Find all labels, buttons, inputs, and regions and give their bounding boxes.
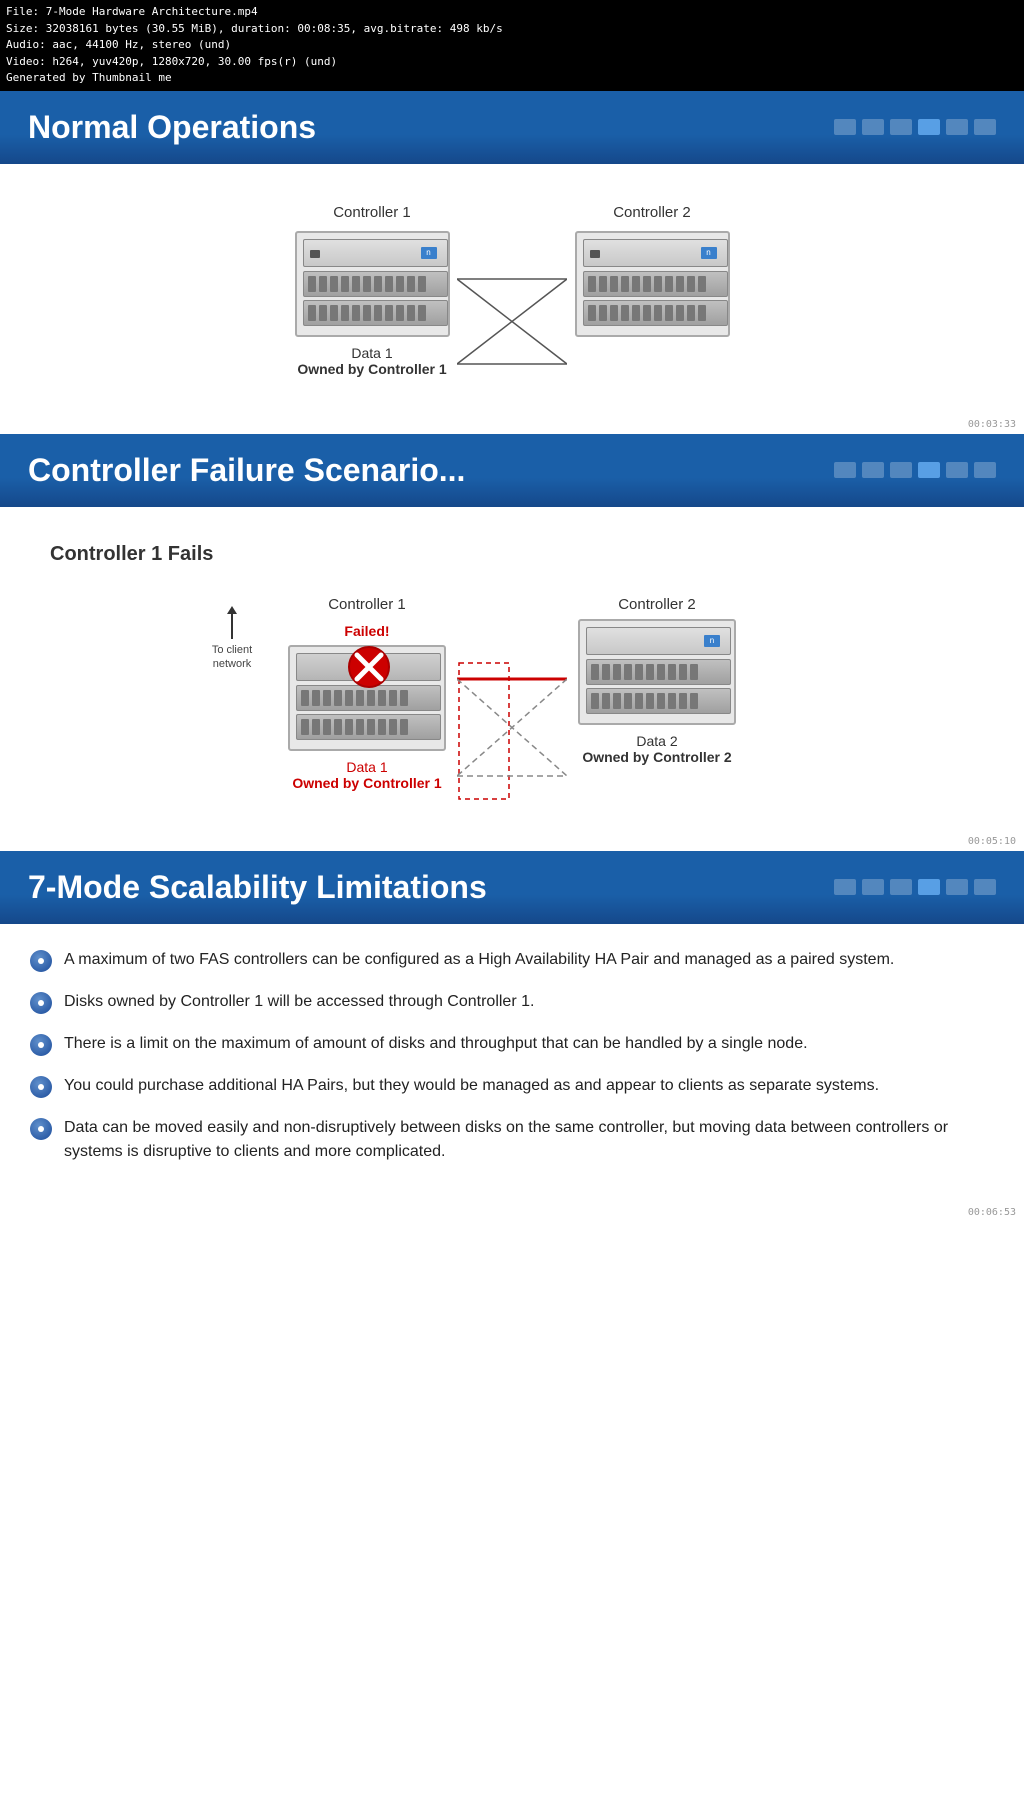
slide3-nav-dot-6[interactable] [974,879,996,895]
bullet-icon-4 [30,1076,52,1098]
slide3-nav-dot-3[interactable] [890,879,912,895]
ctrl1-shelf1 [303,271,448,297]
file-info-line5: Generated by Thumbnail me [6,70,1018,87]
controller2-label: Controller 2 [613,204,691,221]
slide2-nav-dot-3[interactable] [890,462,912,478]
controller2-unit: n [583,239,728,267]
bullet-icon-5 [30,1118,52,1140]
to-client-label: To client network [197,643,267,672]
bullet-icon-3 [30,1034,52,1056]
failure-controller1-column: Controller 1 Failed! [277,596,457,791]
nav-dot-2[interactable] [862,119,884,135]
bullet-text-4: You could purchase additional HA Pairs, … [64,1074,879,1098]
slide3-nav-dots [834,879,996,895]
failure-data2: Data 2 Owned by Controller 2 [582,733,731,765]
failure-diagram: To client network Controller 1 Failed! [40,576,984,821]
slide2-nav-dot-1[interactable] [834,462,856,478]
slide1-title: Normal Operations [28,109,316,146]
slide2-title: Controller Failure Scenario... [28,452,465,489]
controller1-unit: n [303,239,448,267]
ctrl1-icon: n [421,247,437,259]
bullet-item-2: Disks owned by Controller 1 will be acce… [30,990,994,1014]
nav-dot-5[interactable] [946,119,968,135]
bullet-text-3: There is a limit on the maximum of amoun… [64,1032,808,1056]
file-info-line1: File: 7-Mode Hardware Architecture.mp4 [6,4,1018,21]
failure-shelf2 [296,714,441,740]
slide3-body: A maximum of two FAS controllers can be … [0,924,1024,1222]
failure-ctrl2-unit: n [586,627,731,655]
failure-ctrl2-shelf1 [586,659,731,685]
nav-dot-4-active[interactable] [918,119,940,135]
file-info-line4: Video: h264, yuv420p, 1280x720, 30.00 fp… [6,54,1018,71]
bullet-text-1: A maximum of two FAS controllers can be … [64,948,894,972]
slide2-body: Controller 1 Fails To client network Con… [0,507,1024,851]
cross-lines [457,264,567,384]
slide2-timestamp: 00:05:10 [968,836,1016,847]
client-network-indicator: To client network [197,606,267,672]
file-info-bar: File: 7-Mode Hardware Architecture.mp4 S… [0,0,1024,91]
slide3-header: 7-Mode Scalability Limitations [0,851,1024,924]
bullet-text-2: Disks owned by Controller 1 will be acce… [64,990,534,1014]
ctrl2-icon: n [701,247,717,259]
bullet-item-3: There is a limit on the maximum of amoun… [30,1032,994,1056]
slide3-nav-dot-4-active[interactable] [918,879,940,895]
slide3-nav-dot-2[interactable] [862,879,884,895]
slide2-nav-dot-5[interactable] [946,462,968,478]
failure-ctrl1-label: Controller 1 [328,596,406,613]
ctrl1-shelf2 [303,300,448,326]
ctrl2f-icon: n [704,635,720,647]
nav-dot-3[interactable] [890,119,912,135]
slide3-timestamp: 00:06:53 [968,1207,1016,1218]
data1-label: Data 1 Owned by Controller 1 [297,345,446,377]
slide2-nav-dots [834,462,996,478]
ctrl2-shelf1 [583,271,728,297]
failure-ctrl2-label: Controller 2 [618,596,696,613]
failure-controller2-column: Controller 2 n [567,596,747,765]
file-info-line2: Size: 32038161 bytes (30.55 MiB), durati… [6,21,1018,38]
failure-data1: Data 1 Owned by Controller 1 [292,759,441,791]
failure-ctrl1-status: Failed! [328,623,406,639]
controller1-column: Controller 1 n [287,204,457,377]
bullet-item-4: You could purchase additional HA Pairs, … [30,1074,994,1098]
nav-dot-6[interactable] [974,119,996,135]
failure-cross-lines [457,661,567,801]
slide-controller-failure: Controller Failure Scenario... Controlle… [0,434,1024,851]
limitations-list: A maximum of two FAS controllers can be … [30,948,994,1164]
bullet-text-5: Data can be moved easily and non-disrupt… [64,1116,994,1164]
slide1-header: Normal Operations [0,91,1024,164]
slide2-nav-dot-2[interactable] [862,462,884,478]
ctrl2-shelf2 [583,300,728,326]
controller1-label: Controller 1 [333,204,411,221]
slide-scalability: 7-Mode Scalability Limitations A maximum… [0,851,1024,1222]
bullet-icon-1 [30,950,52,972]
bullet-item-1: A maximum of two FAS controllers can be … [30,948,994,972]
slide3-nav-dot-1[interactable] [834,879,856,895]
slide1-timestamp: 00:03:33 [968,419,1016,430]
x-mark-icon [347,645,391,689]
controller2-column: Controller 2 n [567,204,737,337]
bullet-icon-2 [30,992,52,1014]
failure-ctrl1-unit [296,653,441,681]
failure-subtitle: Controller 1 Fails [40,543,984,566]
file-info-line3: Audio: aac, 44100 Hz, stereo (und) [6,37,1018,54]
slide2-header: Controller Failure Scenario... [0,434,1024,507]
slide3-nav-dot-5[interactable] [946,879,968,895]
normal-ops-diagram: Controller 1 n [40,184,984,404]
slide3-title: 7-Mode Scalability Limitations [28,869,487,906]
slide1-nav-dots [834,119,996,135]
slide2-nav-dot-6[interactable] [974,462,996,478]
slide-normal-operations: Normal Operations Controller 1 [0,91,1024,434]
nav-dot-1[interactable] [834,119,856,135]
slide1-body: Controller 1 n [0,164,1024,434]
failure-ctrl2-shelf2 [586,688,731,714]
slide2-nav-dot-4-active[interactable] [918,462,940,478]
bullet-item-5: Data can be moved easily and non-disrupt… [30,1116,994,1164]
